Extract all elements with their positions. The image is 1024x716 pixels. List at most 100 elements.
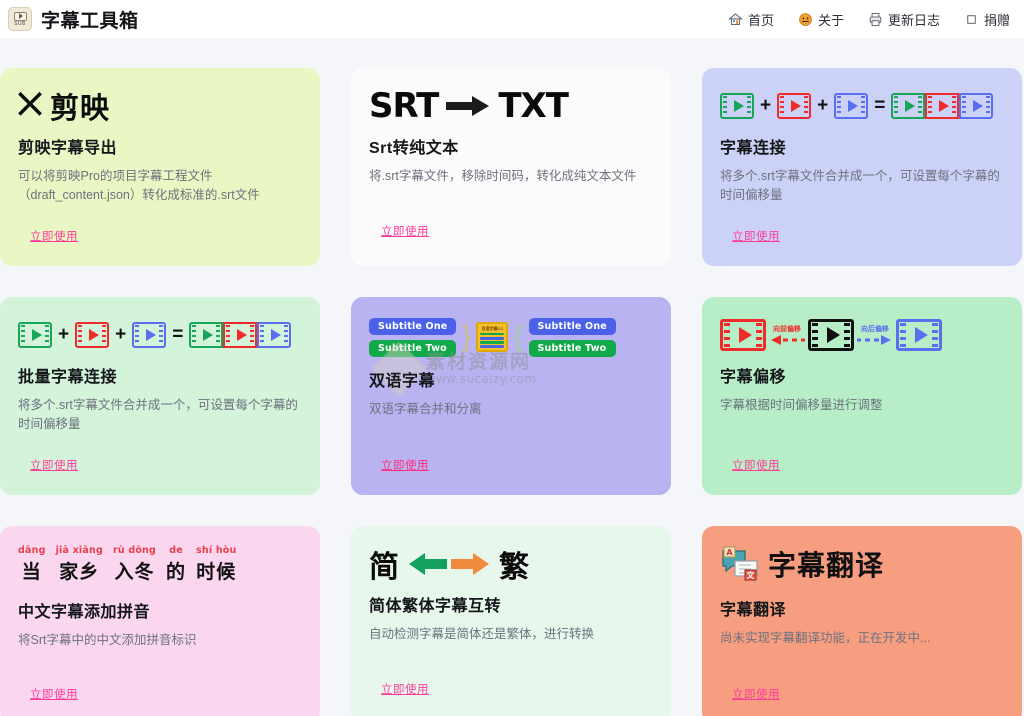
tool-card-simplified-traditional[interactable]: 简 繁 简体繁体字幕互转 自动检测字幕是简体还是繁体，进行转换 立即使用 <box>351 526 671 716</box>
page-title: 字幕工具箱 <box>41 6 139 33</box>
pinyin-cell: dāng 当 <box>18 545 46 584</box>
translate-art: A 文 字幕翻译 <box>720 542 1004 586</box>
dashed-left-arrow-icon <box>767 335 807 345</box>
capcut-wordmark: 剪映 <box>50 85 110 127</box>
pinyin-reading: shí hòu <box>196 545 236 556</box>
tool-card-subtitle-concat[interactable]: + + = 字幕连接 将多个.srt字幕文件合并成一个，可设置每个字幕的时间偏移… <box>702 68 1022 266</box>
card-title: Srt转纯文本 <box>369 134 653 158</box>
capcut-logo-art: ⨉ 剪映 <box>18 84 302 128</box>
filmstrip-blue-icon <box>896 319 942 351</box>
filmstrip-green-icon <box>18 322 52 348</box>
nav-item-changelog[interactable]: 更新日志 <box>868 10 940 29</box>
card-cta-link[interactable]: 立即使用 <box>30 686 78 702</box>
card-cta-link[interactable]: 立即使用 <box>732 457 780 473</box>
subtitle-one-chip: Subtitle One <box>369 318 456 335</box>
home-icon <box>728 12 743 27</box>
bilingual-subtitle-art: Subtitle One Subtitle Two } 双语字幕CC { Sub… <box>369 313 653 361</box>
subtitle-chip-group-left: Subtitle One Subtitle Two <box>369 318 456 357</box>
nav-item-about[interactable]: 关于 <box>798 10 844 29</box>
app-header: SUB 字幕工具箱 首页 关于 <box>0 0 1024 38</box>
equals-sign: = <box>872 95 887 117</box>
simplified-char: 简 <box>369 542 399 586</box>
card-cta-link[interactable]: 立即使用 <box>381 223 429 239</box>
pinyin-reading: rù dōng <box>113 545 156 556</box>
tool-card-chinese-pinyin[interactable]: dāng 当 jiā xiāng 家乡 rù dōng 入冬 de 的 shí … <box>0 526 320 716</box>
pinyin-hanzi: 入冬 <box>114 557 154 584</box>
card-description: 尚未实现字幕翻译功能，正在开发中... <box>720 629 1004 648</box>
cc-subtitle-icon: 双语字幕CC <box>476 322 508 352</box>
offset-forward-group: 向后偏移 <box>855 325 895 345</box>
tool-card-capcut-subtitle-export[interactable]: ⨉ 剪映 剪映字幕导出 可以将剪映Pro的项目字幕工程文件（draft_cont… <box>0 68 320 266</box>
card-title: 字幕翻译 <box>720 596 1004 620</box>
tool-card-subtitle-offset[interactable]: 向前偏移 向后偏移 字幕偏移 字幕根据时间偏移量进行调整 立即使用 <box>702 297 1022 495</box>
filmstrip-concat-art: + + = <box>720 84 1004 128</box>
brace-right-icon: } <box>461 322 471 352</box>
svg-text:A: A <box>726 548 733 557</box>
filmstrip-blue-icon <box>132 322 166 348</box>
srt-label: SRT <box>369 86 438 126</box>
pinyin-hanzi: 家乡 <box>59 557 99 584</box>
card-description: 字幕根据时间偏移量进行调整 <box>720 396 1004 415</box>
pinyin-hanzi: 当 <box>22 557 42 584</box>
card-cta-link[interactable]: 立即使用 <box>732 686 780 702</box>
offset-backward-label: 向前偏移 <box>773 325 801 334</box>
donate-square-icon <box>964 12 979 27</box>
plus-sign: + <box>758 95 773 117</box>
translate-wordmark: 字幕翻译 <box>768 544 884 584</box>
plus-sign: + <box>815 95 830 117</box>
tool-card-subtitle-translate[interactable]: A 文 字幕翻译 字幕翻译 尚未实现字幕翻译功能，正在开发中... 立即使用 <box>702 526 1022 716</box>
translate-bubbles-icon: A 文 <box>720 545 760 583</box>
pinyin-cell: shí hòu 时候 <box>196 545 236 584</box>
pinyin-cell: de 的 <box>166 545 186 584</box>
srt-to-txt-art: SRT TXT <box>369 84 653 128</box>
pinyin-reading: jiā xiāng <box>56 545 103 556</box>
card-title: 字幕连接 <box>720 134 1004 158</box>
main-nav: 首页 关于 更新日志 捐赠 <box>728 10 1010 29</box>
card-cta-link[interactable]: 立即使用 <box>381 681 429 697</box>
card-cta-link[interactable]: 立即使用 <box>381 457 429 473</box>
plus-sign: + <box>113 324 128 346</box>
nav-item-donate[interactable]: 捐赠 <box>964 10 1010 29</box>
card-description: 将多个.srt字幕文件合并成一个，可设置每个字幕的时间偏移量 <box>18 396 302 434</box>
tool-card-bilingual-subtitle[interactable]: Subtitle One Subtitle Two } 双语字幕CC { Sub… <box>351 297 671 495</box>
card-description: 将多个.srt字幕文件合并成一个，可设置每个字幕的时间偏移量 <box>720 167 1004 205</box>
right-arrow-icon <box>446 95 490 117</box>
card-title: 双语字幕 <box>369 367 653 391</box>
cc-label: 双语字幕CC <box>480 326 504 331</box>
pinyin-reading: de <box>169 545 183 556</box>
pinyin-cell: rù dōng 入冬 <box>113 545 156 584</box>
card-description: 双语字幕合并和分离 <box>369 400 653 419</box>
offset-backward-group: 向前偏移 <box>767 325 807 345</box>
tool-card-srt-to-txt[interactable]: SRT TXT Srt转纯文本 将.srt字幕文件，移除时间码，转化成纯文本文件… <box>351 68 671 266</box>
filmstrip-red-icon <box>720 319 766 351</box>
pinyin-cell: jiā xiāng 家乡 <box>56 545 103 584</box>
subtitle-offset-art: 向前偏移 向后偏移 <box>720 313 1004 357</box>
changelog-printer-icon <box>868 12 883 27</box>
capcut-mark-icon: ⨉ <box>18 91 42 121</box>
filmstrip-green-icon <box>720 93 754 119</box>
filmstrip-black-icon <box>808 319 854 351</box>
brand: SUB 字幕工具箱 <box>8 6 139 33</box>
tool-card-grid: ⨉ 剪映 剪映字幕导出 可以将剪映Pro的项目字幕工程文件（draft_cont… <box>0 38 1024 716</box>
offset-forward-label: 向后偏移 <box>861 325 889 334</box>
card-description: 自动检测字幕是简体还是繁体，进行转换 <box>369 625 653 644</box>
card-description: 可以将剪映Pro的项目字幕工程文件（draft_content.json）转化成… <box>18 167 302 205</box>
card-cta-link[interactable]: 立即使用 <box>732 228 780 244</box>
card-description: 将Srt字幕中的中文添加拼音标识 <box>18 631 302 650</box>
tool-card-batch-subtitle-concat[interactable]: + + = 批量字幕连接 将多个.srt字幕文件合并成一个，可设置每个字幕的时间… <box>0 297 320 495</box>
traditional-char: 繁 <box>499 542 529 586</box>
subtitle-one-chip: Subtitle One <box>529 318 616 335</box>
filmstrip-concat-art: + + = <box>18 313 302 357</box>
filmstrip-red-icon <box>777 93 811 119</box>
filmstrip-blue-icon <box>834 93 868 119</box>
card-title: 中文字幕添加拼音 <box>18 598 302 622</box>
two-way-arrows-icon <box>405 550 493 578</box>
pinyin-reading: dāng <box>18 545 46 556</box>
nav-item-home[interactable]: 首页 <box>728 10 774 29</box>
smiley-face-icon <box>798 12 813 27</box>
equals-sign: = <box>170 324 185 346</box>
card-cta-link[interactable]: 立即使用 <box>30 228 78 244</box>
filmstrip-merged-icon <box>189 322 291 348</box>
nav-item-about-label: 关于 <box>818 10 844 29</box>
card-cta-link[interactable]: 立即使用 <box>30 457 78 473</box>
